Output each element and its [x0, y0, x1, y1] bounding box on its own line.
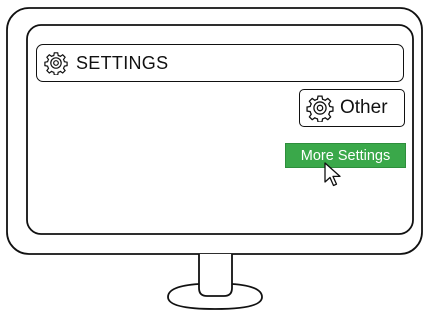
other-button-label: Other: [340, 97, 388, 118]
settings-header-bar: SETTINGS: [36, 44, 404, 82]
mouse-cursor-icon: [324, 162, 341, 187]
other-button[interactable]: Other: [299, 89, 405, 127]
monitor-stand-neck: [198, 254, 233, 297]
gear-icon: [44, 52, 68, 75]
gear-icon: [306, 95, 334, 122]
page-title: SETTINGS: [76, 52, 169, 73]
